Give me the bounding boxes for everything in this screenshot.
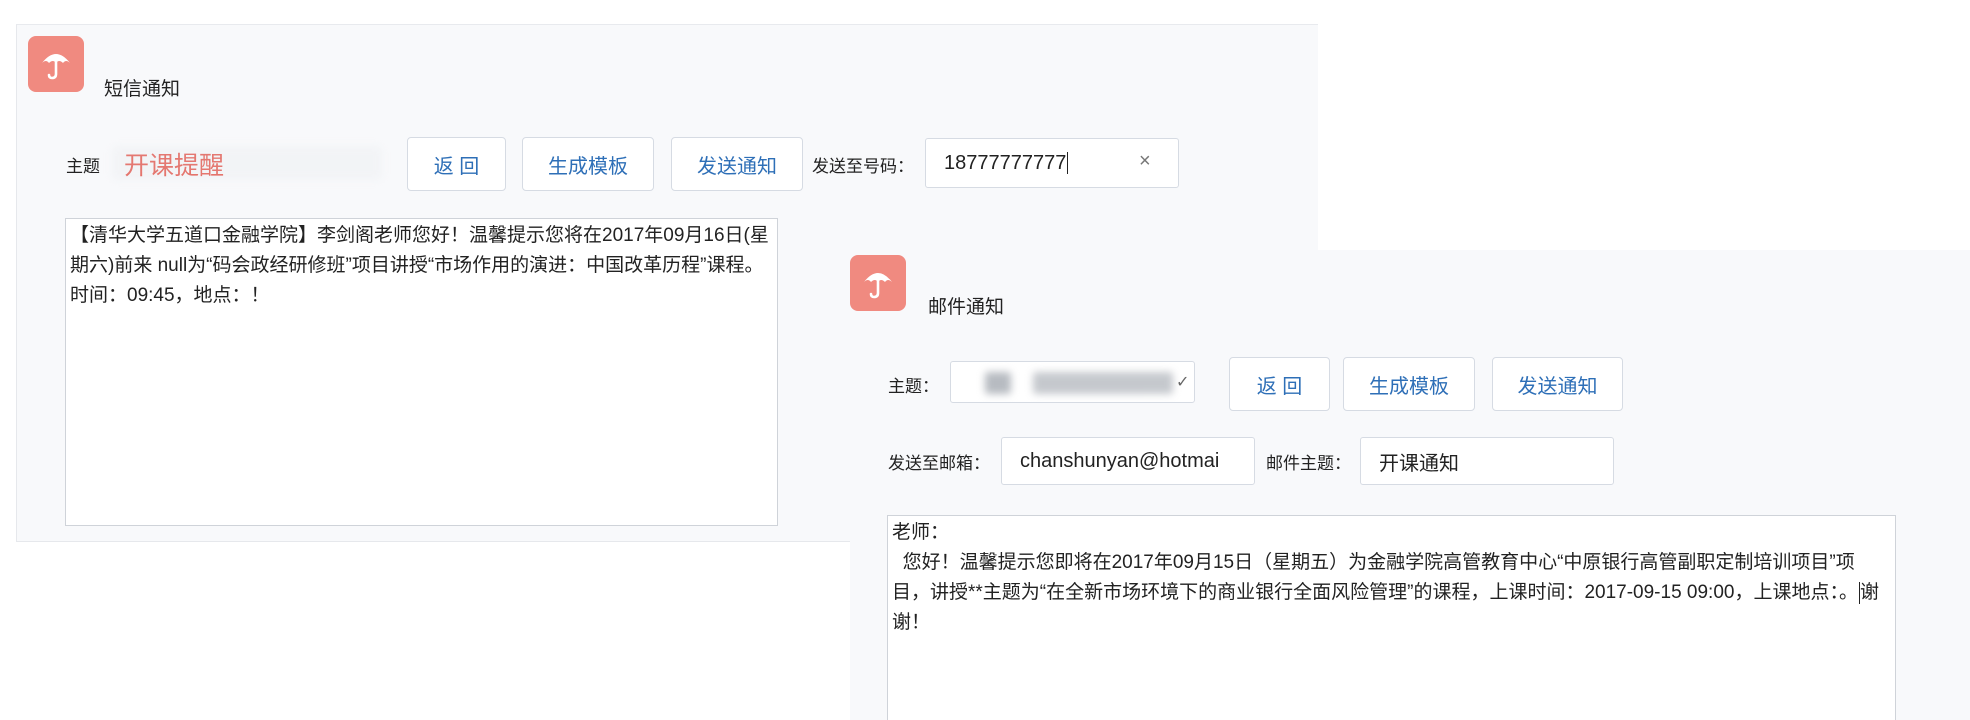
mail-body-paragraph: 您好！温馨提示您即将在2017年09月15日（星期五）为金融学院高管教育中心“中…: [892, 548, 1891, 638]
mail-back-button[interactable]: 返 回: [1229, 357, 1330, 411]
mail-subject-field-label: 邮件主题：: [1266, 454, 1351, 473]
sms-subject-label: 主题: [66, 157, 100, 176]
redacted-area: [112, 146, 382, 180]
mail-subject-input-value: 开课通知: [1379, 452, 1459, 475]
redacted-area: [985, 372, 1011, 394]
sms-back-button[interactable]: 返 回: [407, 137, 506, 191]
chevron-down-icon[interactable]: ✓: [1176, 372, 1189, 392]
mail-body-textarea[interactable]: 老师： 您好！温馨提示您即将在2017年09月15日（星期五）为金融学院高管教育…: [887, 515, 1896, 720]
umbrella-icon: [850, 255, 906, 311]
mail-subject-select[interactable]: [950, 361, 1195, 403]
mail-to-label: 发送至邮箱：: [888, 454, 990, 473]
mail-generate-template-button[interactable]: 生成模板: [1343, 357, 1475, 411]
mail-body-text: 您好！温馨提示您即将在2017年09月15日（星期五）为金融学院高管教育中心“中…: [892, 552, 1858, 603]
mail-subject-label: 主题：: [888, 377, 939, 396]
mail-panel-title: 邮件通知: [928, 297, 1005, 318]
sms-generate-template-button[interactable]: 生成模板: [522, 137, 654, 191]
mail-body-greeting: 老师：: [892, 522, 950, 543]
mail-to-input[interactable]: chanshunyan@hotmai: [1001, 437, 1255, 485]
background: [1318, 0, 1970, 250]
sms-send-to-label: 发送至号码：: [812, 157, 914, 176]
mail-send-button[interactable]: 发送通知: [1492, 357, 1623, 411]
sms-body-textarea[interactable]: 【清华大学五道口金融学院】李剑阁老师您好！温馨提示您将在2017年09月16日(…: [65, 218, 778, 526]
phone-number-value: 18777777777: [944, 151, 1067, 174]
text-caret: [1067, 152, 1069, 174]
mail-to-value: chanshunyan@hotmai: [1020, 449, 1220, 472]
sms-panel-title: 短信通知: [104, 79, 181, 100]
sms-body-text: 【清华大学五道口金融学院】李剑阁老师您好！温馨提示您将在2017年09月16日(…: [70, 225, 769, 306]
sms-send-button[interactable]: 发送通知: [671, 137, 803, 191]
redacted-area: [1033, 372, 1173, 394]
umbrella-icon: [28, 36, 84, 92]
close-icon[interactable]: ×: [1139, 150, 1151, 173]
mail-subject-input[interactable]: 开课通知: [1360, 437, 1614, 485]
